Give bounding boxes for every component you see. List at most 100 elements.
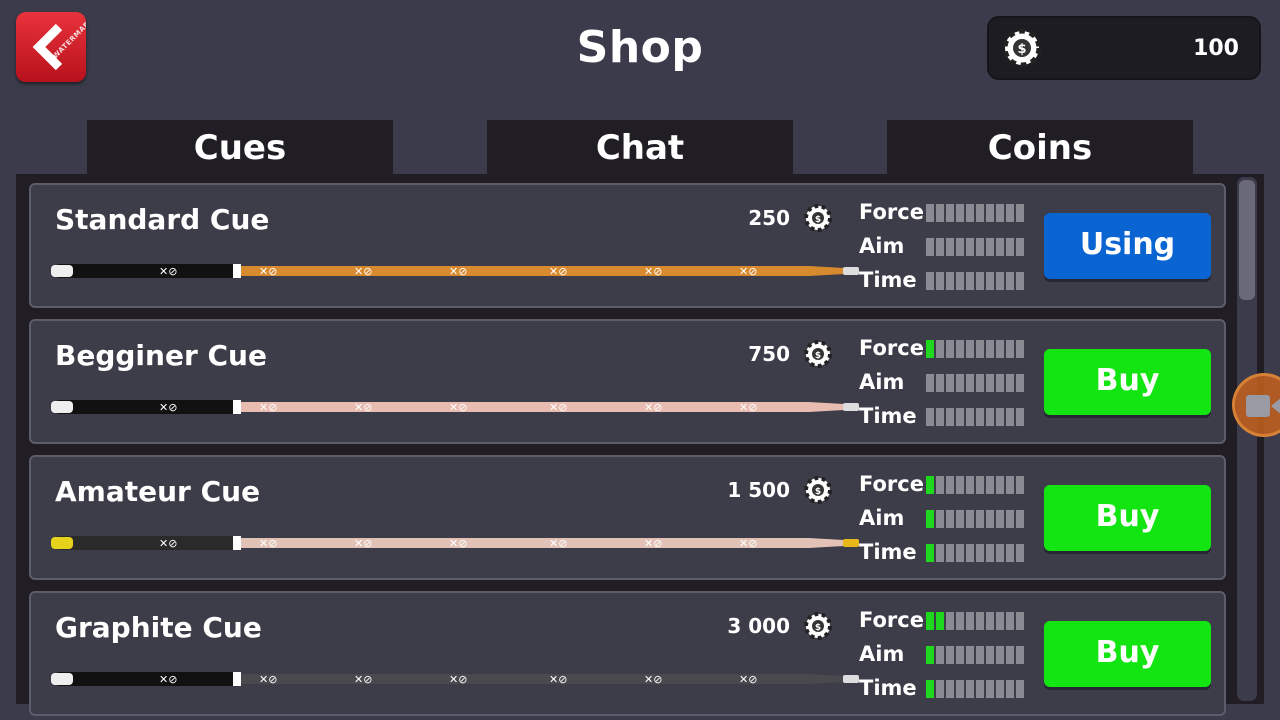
stat-segment bbox=[996, 408, 1004, 426]
svg-text:✕⊘: ✕⊘ bbox=[549, 673, 567, 686]
stat-segment bbox=[946, 510, 954, 528]
stat-segment bbox=[996, 238, 1004, 256]
svg-text:✕⊘: ✕⊘ bbox=[739, 265, 757, 278]
stat-segment bbox=[926, 476, 934, 494]
stat-label-time: Time bbox=[859, 676, 917, 700]
stat-segment bbox=[1006, 374, 1014, 392]
stat-segment bbox=[936, 340, 944, 358]
coins-balance[interactable]: $ 100 bbox=[987, 16, 1261, 80]
stat-segment bbox=[926, 510, 934, 528]
svg-text:✕⊘: ✕⊘ bbox=[644, 265, 662, 278]
stat-segment bbox=[946, 272, 954, 290]
stat-segment bbox=[986, 204, 994, 222]
stat-segment bbox=[1016, 238, 1024, 256]
stat-segment bbox=[966, 272, 974, 290]
stat-label-aim: Aim bbox=[859, 642, 905, 666]
stat-segment bbox=[976, 476, 984, 494]
tab-coins[interactable]: Coins bbox=[887, 120, 1193, 176]
time-bar bbox=[926, 408, 1024, 426]
stat-segment bbox=[1016, 408, 1024, 426]
stat-segment bbox=[956, 476, 964, 494]
stat-segment bbox=[996, 272, 1004, 290]
svg-text:✕⊘: ✕⊘ bbox=[449, 673, 467, 686]
svg-text:✕⊘: ✕⊘ bbox=[739, 673, 757, 686]
stat-segment bbox=[966, 374, 974, 392]
stat-segment bbox=[996, 204, 1004, 222]
stat-segment bbox=[946, 646, 954, 664]
stat-label-force: Force bbox=[859, 200, 924, 224]
stat-segment bbox=[946, 374, 954, 392]
stat-segment bbox=[936, 272, 944, 290]
scrollbar-thumb[interactable] bbox=[1239, 180, 1255, 300]
stat-segment bbox=[956, 204, 964, 222]
stat-segment bbox=[926, 646, 934, 664]
stat-segment bbox=[956, 612, 964, 630]
cue-name: Amateur Cue bbox=[55, 475, 261, 508]
svg-text:✕⊘: ✕⊘ bbox=[159, 401, 177, 414]
stat-segment bbox=[976, 340, 984, 358]
stat-segment bbox=[936, 476, 944, 494]
stat-segment bbox=[966, 238, 974, 256]
stat-segment bbox=[996, 340, 1004, 358]
stat-segment bbox=[1006, 612, 1014, 630]
coin-chip-icon: $ bbox=[1002, 28, 1042, 68]
stat-label-aim: Aim bbox=[859, 234, 905, 258]
stat-segment bbox=[996, 646, 1004, 664]
stat-label-time: Time bbox=[859, 404, 917, 428]
cue-image: ✕⊘ ✕⊘ ✕⊘ ✕⊘ ✕⊘ ✕⊘ ✕⊘ bbox=[51, 400, 859, 414]
stat-segment bbox=[956, 680, 964, 698]
svg-text:✕⊘: ✕⊘ bbox=[259, 265, 277, 278]
stat-segment bbox=[1016, 340, 1024, 358]
stat-segment bbox=[1016, 612, 1024, 630]
stat-segment bbox=[956, 374, 964, 392]
coin-chip-icon: $ bbox=[804, 204, 832, 232]
cue-row: Amateur Cue 1 500 $ ✕⊘ ✕⊘ ✕⊘ ✕⊘ ✕⊘ ✕⊘ ✕⊘ Force Aim T… bbox=[29, 455, 1226, 580]
stat-segment bbox=[986, 612, 994, 630]
stat-segment bbox=[946, 612, 954, 630]
stat-segment bbox=[1016, 646, 1024, 664]
stat-segment bbox=[1016, 374, 1024, 392]
stat-segment bbox=[946, 408, 954, 426]
buy-button[interactable]: Buy bbox=[1044, 621, 1211, 687]
svg-text:✕⊘: ✕⊘ bbox=[159, 265, 177, 278]
stat-segment bbox=[966, 646, 974, 664]
stat-segment bbox=[1016, 680, 1024, 698]
stat-segment bbox=[996, 680, 1004, 698]
buy-button[interactable]: Buy bbox=[1044, 485, 1211, 551]
stat-segment bbox=[926, 238, 934, 256]
stat-segment bbox=[956, 272, 964, 290]
stat-segment bbox=[966, 476, 974, 494]
stat-segment bbox=[1016, 510, 1024, 528]
svg-text:$: $ bbox=[815, 487, 821, 497]
force-bar bbox=[926, 340, 1024, 358]
stat-segment bbox=[1006, 680, 1014, 698]
aim-bar bbox=[926, 374, 1024, 392]
stat-segment bbox=[936, 510, 944, 528]
svg-text:✕⊘: ✕⊘ bbox=[549, 265, 567, 278]
stat-segment bbox=[976, 612, 984, 630]
svg-text:✕⊘: ✕⊘ bbox=[549, 537, 567, 550]
time-bar bbox=[926, 680, 1024, 698]
coins-balance-value: 100 bbox=[1193, 36, 1239, 61]
stat-segment bbox=[1006, 510, 1014, 528]
using-button[interactable]: Using bbox=[1044, 213, 1211, 279]
stat-segment bbox=[986, 374, 994, 392]
buy-button[interactable]: Buy bbox=[1044, 349, 1211, 415]
cue-row: Standard Cue 250 $ ✕⊘ ✕⊘ ✕⊘ ✕⊘ ✕⊘ ✕⊘ ✕⊘ Force Aim Ti… bbox=[29, 183, 1226, 308]
stat-segment bbox=[936, 408, 944, 426]
tab-chat[interactable]: Chat bbox=[487, 120, 793, 176]
svg-text:✕⊘: ✕⊘ bbox=[549, 401, 567, 414]
stat-segment bbox=[946, 544, 954, 562]
svg-text:✕⊘: ✕⊘ bbox=[449, 401, 467, 414]
stat-segment bbox=[996, 476, 1004, 494]
stat-segment bbox=[1006, 340, 1014, 358]
stat-segment bbox=[986, 340, 994, 358]
stat-segment bbox=[946, 680, 954, 698]
stat-segment bbox=[936, 680, 944, 698]
tab-cues[interactable]: Cues bbox=[87, 120, 393, 176]
svg-text:$: $ bbox=[815, 623, 821, 633]
stat-segment bbox=[966, 544, 974, 562]
stat-segment bbox=[1006, 204, 1014, 222]
force-bar bbox=[926, 476, 1024, 494]
cue-name: Graphite Cue bbox=[55, 611, 262, 644]
